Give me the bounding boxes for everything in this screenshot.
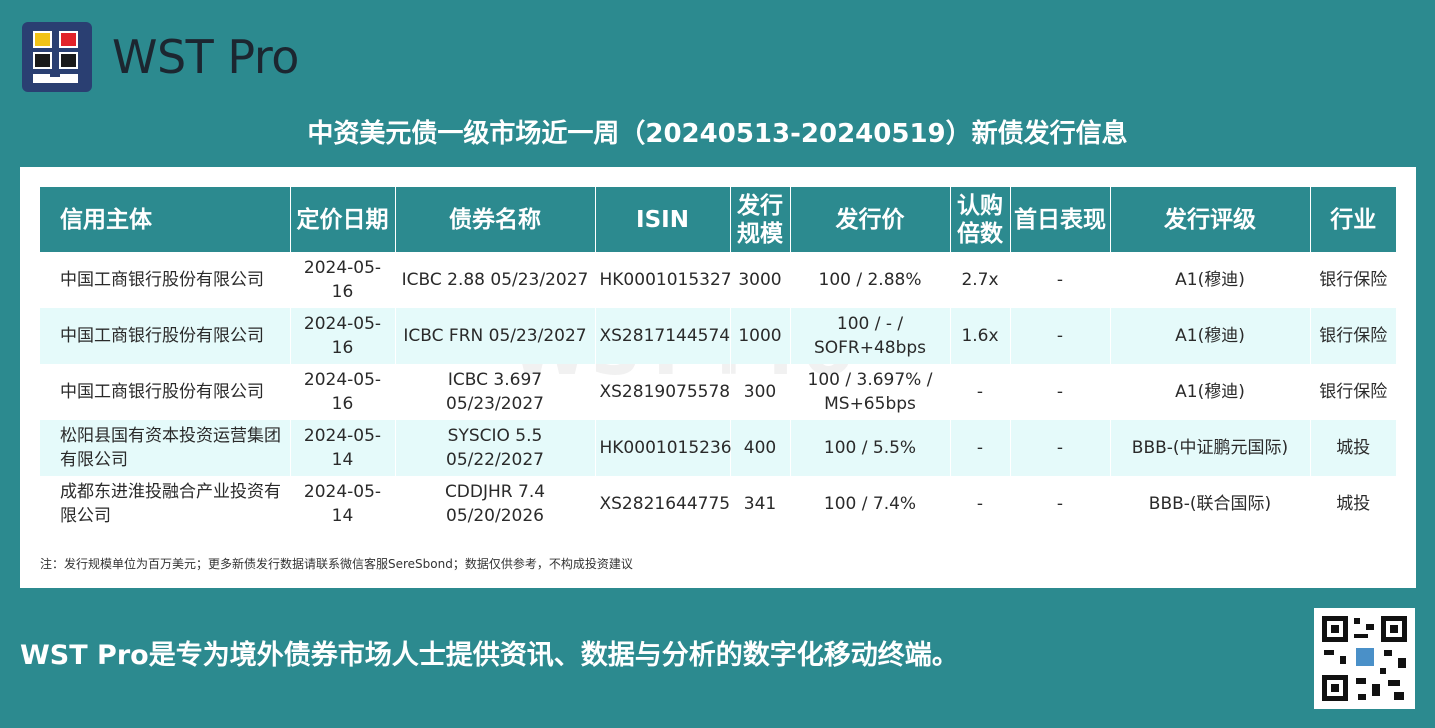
table-cell: BBB-(中证鹏元国际) bbox=[1110, 420, 1311, 476]
table-cell: 2024-05-16 bbox=[290, 308, 396, 364]
table-cell: 2024-05-16 bbox=[290, 364, 396, 420]
table-cell: 银行保险 bbox=[1319, 382, 1388, 402]
table-cell: 银行保险 bbox=[1310, 308, 1396, 364]
table-cell: 2024-05-14 bbox=[290, 476, 396, 532]
table-cell: 300 bbox=[730, 364, 791, 420]
tagline: WST Pro是专为境外债券市场人士提供资讯、数据与分析的数字化移动终端。 bbox=[20, 640, 959, 671]
table-cell: 2.7x bbox=[950, 252, 1011, 308]
column-header: ISIN bbox=[595, 187, 731, 252]
table-cell: XS2817144574 bbox=[595, 308, 731, 364]
column-header: 信用主体 bbox=[40, 187, 291, 252]
table-cell: 100 / 5.5% bbox=[790, 420, 951, 476]
brand-name: WST Pro bbox=[112, 30, 299, 84]
table-cell: 中国工商银行股份有限公司 bbox=[40, 364, 291, 420]
table-cell: 100 / - / SOFR+48bps bbox=[790, 308, 951, 364]
table-cell: - bbox=[1010, 252, 1111, 308]
table-cell: ICBC FRN 05/23/2027 bbox=[395, 308, 596, 364]
table-row: 松阳县国有资本投资运营集团有限公司 2024-05-14 SYSCIO 5.5 … bbox=[40, 420, 1396, 476]
table-cell: ICBC 2.88 05/23/2027 bbox=[395, 252, 596, 308]
column-header: 定价日期 bbox=[290, 187, 396, 252]
table-cell: - bbox=[950, 476, 1011, 532]
footnote: 注：发行规模单位为百万美元；更多新债发行数据请联系微信客服SereSbond；数… bbox=[40, 557, 633, 571]
table-cell: A1(穆迪) bbox=[1110, 252, 1311, 308]
table-row: 中国工商银行股份有限公司 2024-05-16 ICBC FRN 05/23/2… bbox=[40, 308, 1396, 364]
wst-logo-icon bbox=[22, 22, 92, 92]
column-header: 发行价 bbox=[790, 187, 951, 252]
table-cell: 100 / 3.697% / MS+65bps bbox=[790, 364, 951, 420]
table-row: 中国工商银行股份有限公司 2024-05-16 ICBC 2.88 05/23/… bbox=[40, 252, 1396, 308]
table-cell: 2024-05-16 bbox=[290, 252, 396, 308]
column-header: 债券名称 bbox=[395, 187, 596, 252]
table-cell: - bbox=[1010, 420, 1111, 476]
table-cell: A1(穆迪) bbox=[1110, 364, 1311, 420]
column-header: 认购倍数 bbox=[950, 187, 1011, 252]
table-cell: 松阳县国有资本投资运营集团有限公司 bbox=[40, 420, 291, 476]
table-cell: 100 / 2.88% bbox=[790, 252, 951, 308]
table-cell: - bbox=[1010, 476, 1111, 532]
table-cell: HK0001015236 bbox=[595, 420, 732, 476]
table-cell: BBB-(联合国际) bbox=[1110, 476, 1311, 532]
content-panel: WST Pro 信用主体 定价日期 债券名称 ISIN 发行规模 发行价 认购倍… bbox=[20, 167, 1416, 588]
table-cell: 成都东进淮投融合产业投资有限公司 bbox=[40, 476, 291, 532]
column-header: 发行规模 bbox=[730, 187, 791, 252]
table-cell: 100 / 7.4% bbox=[790, 476, 951, 532]
table-cell: 城投 bbox=[1310, 420, 1396, 476]
table-cell: 城投 bbox=[1336, 494, 1371, 514]
table-cell: - bbox=[1010, 308, 1111, 364]
table-cell: 银行保险 bbox=[1319, 270, 1388, 290]
table-cell: - bbox=[950, 420, 1011, 476]
column-header: 发行评级 bbox=[1110, 187, 1311, 252]
table-cell: CDDJHR 7.4 05/20/2026 bbox=[395, 476, 596, 532]
table-row: 成都东进淮投融合产业投资有限公司 2024-05-14 CDDJHR 7.4 0… bbox=[40, 476, 1396, 532]
column-header: 首日表现 bbox=[1010, 187, 1111, 252]
table-row: 中国工商银行股份有限公司 2024-05-16 ICBC 3.697 05/23… bbox=[40, 364, 1396, 420]
table-header-row: 信用主体 定价日期 债券名称 ISIN 发行规模 发行价 认购倍数 首日表现 发… bbox=[40, 187, 1396, 252]
page-title: 中资美元债一级市场近一周（20240513-20240519）新债发行信息 bbox=[307, 119, 1128, 149]
table-cell: 3000 bbox=[730, 252, 791, 308]
table-cell: 2024-05-14 bbox=[290, 420, 396, 476]
column-header: 行业 bbox=[1310, 187, 1396, 252]
table-cell: 1000 bbox=[730, 308, 791, 364]
table-cell: XS2821644775 bbox=[595, 476, 731, 532]
qr-code-icon[interactable] bbox=[1314, 608, 1415, 709]
table-cell: 341 bbox=[730, 476, 791, 532]
table-cell: XS2819075578 bbox=[595, 364, 731, 420]
table-cell: ICBC 3.697 05/23/2027 bbox=[395, 364, 596, 420]
table-cell: SYSCIO 5.5 05/22/2027 bbox=[395, 420, 596, 476]
table-cell: 400 bbox=[730, 420, 791, 476]
table-cell: 1.6x bbox=[950, 308, 1011, 364]
table-cell: 中国工商银行股份有限公司 bbox=[40, 252, 291, 308]
table-cell: A1(穆迪) bbox=[1110, 308, 1311, 364]
table-cell: 中国工商银行股份有限公司 bbox=[40, 308, 291, 364]
bond-issuance-table: 信用主体 定价日期 债券名称 ISIN 发行规模 发行价 认购倍数 首日表现 发… bbox=[40, 187, 1396, 532]
table-cell: - bbox=[1010, 364, 1111, 420]
table-cell: - bbox=[950, 364, 1011, 420]
table-cell: HK0001015327 bbox=[595, 252, 732, 308]
